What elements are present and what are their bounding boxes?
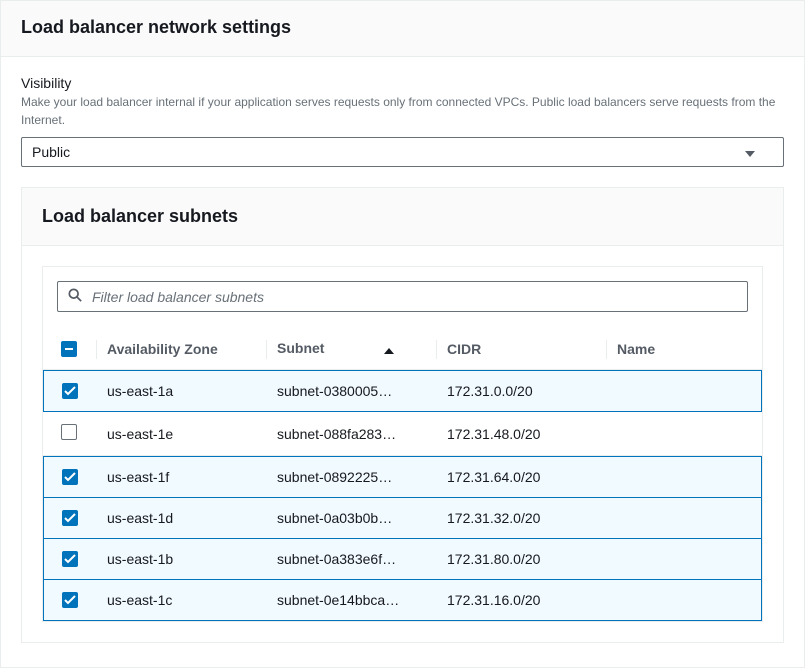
cell-name bbox=[607, 498, 762, 539]
cell-cidr: 172.31.0.0/20 bbox=[437, 370, 607, 412]
subnets-filter[interactable] bbox=[57, 281, 748, 312]
column-header-az[interactable]: Availability Zone bbox=[97, 330, 267, 370]
caret-down-icon bbox=[745, 144, 755, 160]
cell-az: us-east-1a bbox=[97, 370, 267, 412]
row-select-cell[interactable] bbox=[43, 456, 97, 498]
cell-az: us-east-1b bbox=[97, 539, 267, 580]
subnets-panel: Load balancer subnets bbox=[21, 187, 784, 643]
cell-az: us-east-1e bbox=[97, 412, 267, 456]
visibility-description: Make your load balancer internal if your… bbox=[21, 93, 784, 129]
cell-subnet: subnet-0e14bbca… bbox=[267, 580, 437, 621]
row-select-cell[interactable] bbox=[43, 370, 97, 412]
panel-title: Load balancer network settings bbox=[21, 17, 784, 38]
cell-subnet: subnet-088fa283… bbox=[267, 412, 437, 456]
row-checkbox[interactable] bbox=[62, 592, 78, 608]
cell-cidr: 172.31.48.0/20 bbox=[437, 412, 607, 456]
visibility-selected-value: Public bbox=[32, 144, 70, 160]
subnets-table-wrap: Availability Zone Subnet CIDR Name bbox=[42, 266, 763, 622]
cell-cidr: 172.31.32.0/20 bbox=[437, 498, 607, 539]
table-row[interactable]: us-east-1asubnet-0380005…172.31.0.0/20 bbox=[43, 370, 762, 412]
cell-subnet: subnet-0892225… bbox=[267, 456, 437, 498]
row-checkbox[interactable] bbox=[62, 383, 78, 399]
subnets-title: Load balancer subnets bbox=[42, 206, 763, 227]
select-all-checkbox[interactable] bbox=[61, 341, 77, 357]
row-select-cell[interactable] bbox=[43, 412, 97, 456]
table-row[interactable]: us-east-1csubnet-0e14bbca…172.31.16.0/20 bbox=[43, 580, 762, 621]
column-header-subnet[interactable]: Subnet bbox=[267, 330, 437, 370]
column-header-cidr[interactable]: CIDR bbox=[437, 330, 607, 370]
cell-cidr: 172.31.64.0/20 bbox=[437, 456, 607, 498]
cell-name bbox=[607, 412, 762, 456]
cell-cidr: 172.31.80.0/20 bbox=[437, 539, 607, 580]
row-checkbox[interactable] bbox=[62, 469, 78, 485]
cell-subnet: subnet-0380005… bbox=[267, 370, 437, 412]
table-row[interactable]: us-east-1bsubnet-0a383e6f…172.31.80.0/20 bbox=[43, 539, 762, 580]
cell-az: us-east-1d bbox=[97, 498, 267, 539]
column-header-name[interactable]: Name bbox=[607, 330, 762, 370]
table-row[interactable]: us-east-1dsubnet-0a03b0b…172.31.32.0/20 bbox=[43, 498, 762, 539]
subnets-table: Availability Zone Subnet CIDR Name bbox=[43, 330, 762, 621]
row-select-cell[interactable] bbox=[43, 580, 97, 621]
search-icon bbox=[68, 288, 82, 305]
row-select-cell[interactable] bbox=[43, 498, 97, 539]
panel-body: Visibility Make your load balancer inter… bbox=[1, 57, 804, 667]
cell-name bbox=[607, 580, 762, 621]
cell-az: us-east-1c bbox=[97, 580, 267, 621]
row-checkbox[interactable] bbox=[62, 551, 78, 567]
cell-name bbox=[607, 370, 762, 412]
network-settings-panel: Load balancer network settings Visibilit… bbox=[0, 0, 805, 668]
table-row[interactable]: us-east-1esubnet-088fa283…172.31.48.0/20 bbox=[43, 412, 762, 456]
visibility-select[interactable]: Public bbox=[21, 137, 784, 167]
cell-name bbox=[607, 456, 762, 498]
row-select-cell[interactable] bbox=[43, 539, 97, 580]
cell-az: us-east-1f bbox=[97, 456, 267, 498]
sort-asc-icon bbox=[384, 341, 394, 357]
subnets-filter-input[interactable] bbox=[92, 289, 737, 305]
cell-name bbox=[607, 539, 762, 580]
subnets-panel-body: Availability Zone Subnet CIDR Name bbox=[22, 246, 783, 642]
row-checkbox[interactable] bbox=[61, 424, 77, 440]
subnets-panel-header: Load balancer subnets bbox=[22, 188, 783, 246]
table-row[interactable]: us-east-1fsubnet-0892225…172.31.64.0/20 bbox=[43, 456, 762, 498]
row-checkbox[interactable] bbox=[62, 510, 78, 526]
cell-cidr: 172.31.16.0/20 bbox=[437, 580, 607, 621]
panel-header: Load balancer network settings bbox=[1, 1, 804, 57]
visibility-label: Visibility bbox=[21, 75, 784, 91]
cell-subnet: subnet-0a383e6f… bbox=[267, 539, 437, 580]
column-header-select-all[interactable] bbox=[43, 330, 97, 370]
cell-subnet: subnet-0a03b0b… bbox=[267, 498, 437, 539]
